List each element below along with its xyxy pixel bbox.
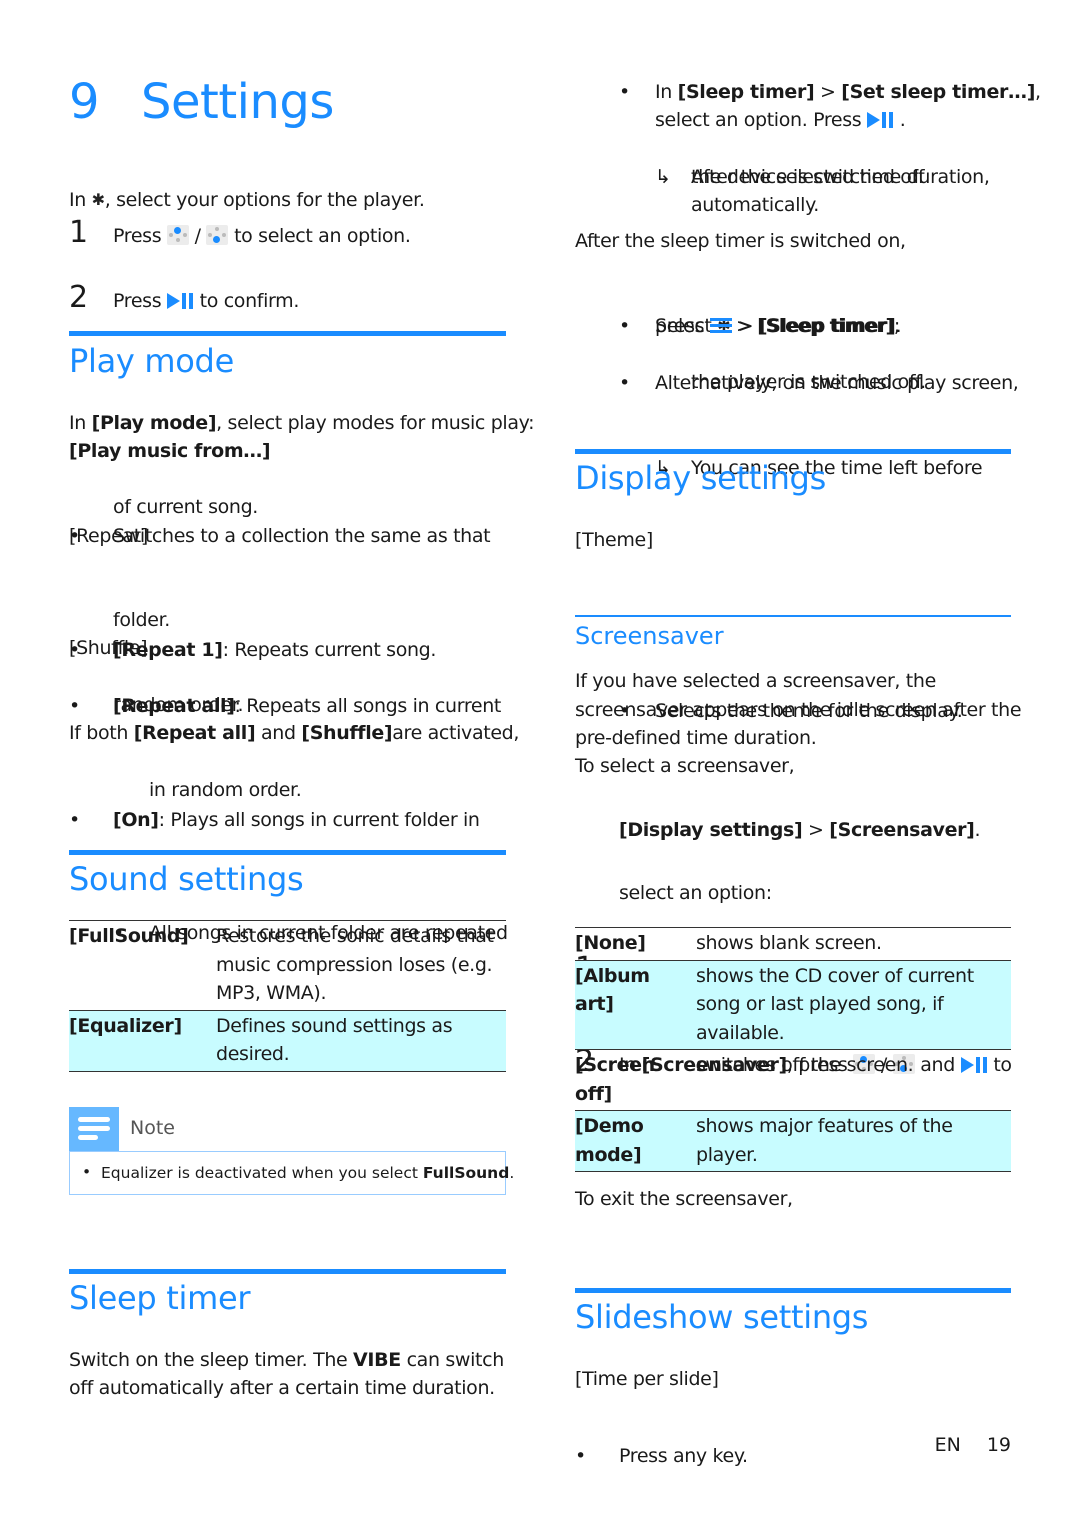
heading-play-mode: Play mode	[69, 342, 234, 380]
play-mode-intro: In [Play mode], select play modes for mu…	[69, 412, 535, 434]
section-rule	[575, 1288, 1011, 1293]
heading-slideshow-settings: Slideshow settings	[575, 1298, 869, 1336]
nav-down-icon	[206, 225, 229, 245]
play-pause-icon	[166, 292, 194, 309]
play-pause-icon	[867, 112, 894, 128]
page-number: 19	[986, 1434, 1011, 1456]
section-rule	[69, 331, 506, 336]
left-column: 9 Settings In ✱, select your options for …	[69, 0, 535, 1399]
subsection-rule	[575, 615, 1011, 617]
intro-text: In ✱, select your options for the player…	[69, 186, 506, 215]
page-footer: EN 19	[935, 1434, 1011, 1456]
sleep-timer-set-item: In [Sleep timer] > [Set sleep timer…],	[575, 78, 1041, 107]
time-per-slide-label: [Time per slide]	[575, 1368, 719, 1390]
intro-step-1: 1 Press / to select an option.	[69, 215, 411, 250]
after-sleep-label: After the sleep timer is switched on,	[575, 230, 906, 252]
screensaver-intro: If you have selected a screensaver, the	[575, 670, 936, 692]
play-from-label: [Play music from…]	[69, 440, 271, 462]
section-rule	[575, 449, 1011, 454]
heading-sound-settings: Sound settings	[69, 860, 304, 898]
intro-step-2: 2 Press to confirm.	[69, 279, 300, 315]
nav-up-icon	[166, 225, 189, 245]
table-row: [Album art] shows the CD cover of current…	[575, 960, 1011, 1050]
shuffle-label: [Shuffle]	[69, 637, 148, 659]
section-rule	[69, 1269, 506, 1274]
theme-label: [Theme]	[575, 529, 653, 551]
sound-settings-table: [FullSound] Restores the sonic details t…	[69, 920, 506, 1072]
note-text: Equalizer is deactivated when you select…	[101, 1164, 515, 1182]
exit-screensaver-label: To exit the screensaver,	[575, 1188, 793, 1210]
table-row: [Screen off] switches off the screen.	[575, 1050, 1011, 1111]
shuffle-on-item: [On]: Plays all songs in current folder …	[69, 806, 506, 835]
select-screensaver-label: To select a screensaver,	[575, 755, 795, 777]
menu-icon	[709, 318, 732, 333]
sleep-timer-intro: Switch on the sleep timer. The VIBE can …	[69, 1349, 504, 1371]
heading-screensaver: Screensaver	[575, 622, 724, 650]
table-row: [None] shows blank screen.	[575, 927, 1011, 960]
repeat-label: [Repeat]	[69, 525, 148, 547]
language-code: EN	[934, 1434, 961, 1456]
note-icon	[69, 1107, 119, 1151]
note-box: Note • Equalizer is deactivated when you…	[69, 1107, 514, 1195]
chapter-name: Settings	[141, 74, 334, 130]
heading-display-settings: Display settings	[575, 459, 826, 497]
chapter-title: 9 Settings	[69, 74, 506, 130]
table-row: [Equalizer] Defines sound settings as des…	[69, 1010, 506, 1071]
both-activated-text: If both [Repeat all] and [Shuffle]are ac…	[69, 722, 520, 744]
heading-sleep-timer: Sleep timer	[69, 1279, 251, 1317]
note-title: Note	[130, 1117, 175, 1139]
settings-gear-icon: ✱	[91, 190, 105, 209]
chapter-number: 9	[69, 74, 100, 130]
section-rule	[69, 850, 506, 855]
table-row: [Demo mode] shows major features of the p…	[575, 1110, 1011, 1172]
screensaver-table: [None] shows blank screen. [Album art] sh…	[575, 927, 1011, 1172]
table-row: [FullSound] Restores the sonic details t…	[69, 920, 506, 1010]
right-column: In [Sleep timer] > [Set sleep timer…], s…	[575, 0, 1041, 1470]
